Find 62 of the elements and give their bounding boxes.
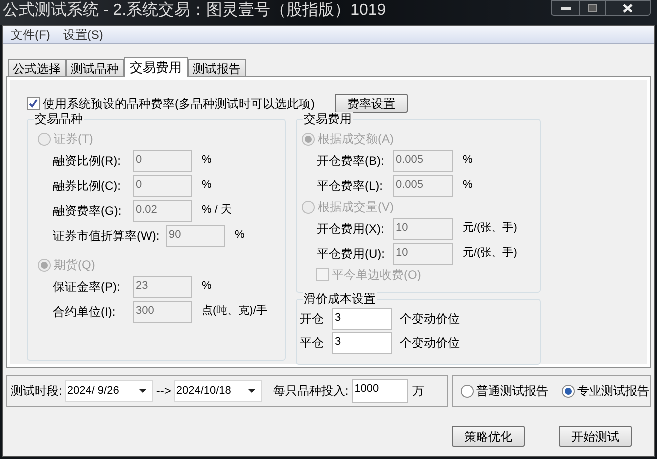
radio-button[interactable] xyxy=(562,384,575,398)
field-label: 融资比例(R): xyxy=(53,152,122,170)
date-dropdown[interactable]: 2024/ 9/26 xyxy=(65,380,154,402)
radio-label: 根据成交额(A) xyxy=(318,131,394,148)
field-label: 每只品种投入: xyxy=(273,383,349,400)
input-field[interactable]: 3 xyxy=(332,332,392,354)
unit-label: 元/(张、手) xyxy=(463,221,518,236)
radio-label: 普通测试报告 xyxy=(476,383,549,400)
tab[interactable]: 交易费用 xyxy=(124,57,188,77)
tab[interactable]: 测试品种 xyxy=(66,59,124,76)
field-label: 合约单位(I): xyxy=(53,304,117,320)
unit-label: % xyxy=(202,153,212,168)
unit-label: 万 xyxy=(412,383,425,400)
checkbox-label: 使用系统预设的品种费率(多品种测试时可以选此项) xyxy=(43,96,315,112)
arrow-text: --> xyxy=(156,383,172,400)
menu-item[interactable]: 文件(F) xyxy=(11,26,50,44)
action-button[interactable]: 策略优化 xyxy=(452,426,525,447)
caret-icon xyxy=(248,389,256,393)
unit-label: % xyxy=(202,279,212,294)
field-label: 平仓费率(L): xyxy=(317,178,384,194)
rate-settings-button[interactable]: 费率设置 xyxy=(335,94,408,113)
caret-icon xyxy=(139,389,148,393)
group-title: 交易品种 xyxy=(34,112,84,126)
unit-label: % xyxy=(463,153,473,168)
radio-label: 证券(T) xyxy=(54,131,94,148)
field-label: 开仓费用(X): xyxy=(317,220,386,238)
close-icon xyxy=(623,4,633,12)
field-label: 平仓 xyxy=(300,335,325,352)
window-title: 公式测试系统 - 2.系统交易：图灵壹号（股指版）1019 xyxy=(2,0,386,20)
unit-label: 点(吨、克)/手 xyxy=(202,304,268,320)
radio-label: 根据成交量(V) xyxy=(318,199,394,216)
maximize-icon xyxy=(588,4,597,12)
field-label: 开仓费率(B): xyxy=(317,152,386,170)
field-label: 开仓 xyxy=(300,311,325,328)
input-field[interactable]: 3 xyxy=(332,308,392,330)
unit-label: % xyxy=(235,228,245,244)
input-field[interactable]: 1000 xyxy=(352,379,408,403)
unit-label: % xyxy=(463,178,473,194)
radio-label: 期货(Q) xyxy=(54,257,96,274)
checkbox-label: 平今单边收费(O) xyxy=(332,266,422,284)
menu-item[interactable]: 设置(S) xyxy=(63,26,104,44)
unit-label: % xyxy=(202,178,212,194)
date-dropdown[interactable]: 2024/10/18 xyxy=(174,380,262,402)
unit-label: % / 天 xyxy=(202,203,232,218)
field-label: 测试时段: xyxy=(11,383,62,400)
unit-label: 个变动价位 xyxy=(400,335,460,352)
group-title: 交易费用 xyxy=(303,112,353,126)
field-label: 平仓费用(U): xyxy=(317,246,386,262)
minimize-icon xyxy=(560,6,570,10)
radio-button[interactable] xyxy=(460,384,474,398)
radio-label: 专业测试报告 xyxy=(578,383,650,400)
checkbox[interactable] xyxy=(27,97,40,110)
field-label: 证券市值折算率(W): xyxy=(53,228,161,244)
tab[interactable]: 公式选择 xyxy=(8,59,66,76)
unit-label: 个变动价位 xyxy=(400,311,460,328)
action-button[interactable]: 开始测试 xyxy=(559,426,632,447)
field-label: 保证金率(P): xyxy=(53,278,122,296)
unit-label: 元/(张、手) xyxy=(463,246,518,262)
field-label: 融资费率(G): xyxy=(53,202,123,220)
field-label: 融券比例(C): xyxy=(53,178,122,194)
tab[interactable]: 测试报告 xyxy=(188,59,246,76)
group-title: 滑价成本设置 xyxy=(303,292,377,306)
